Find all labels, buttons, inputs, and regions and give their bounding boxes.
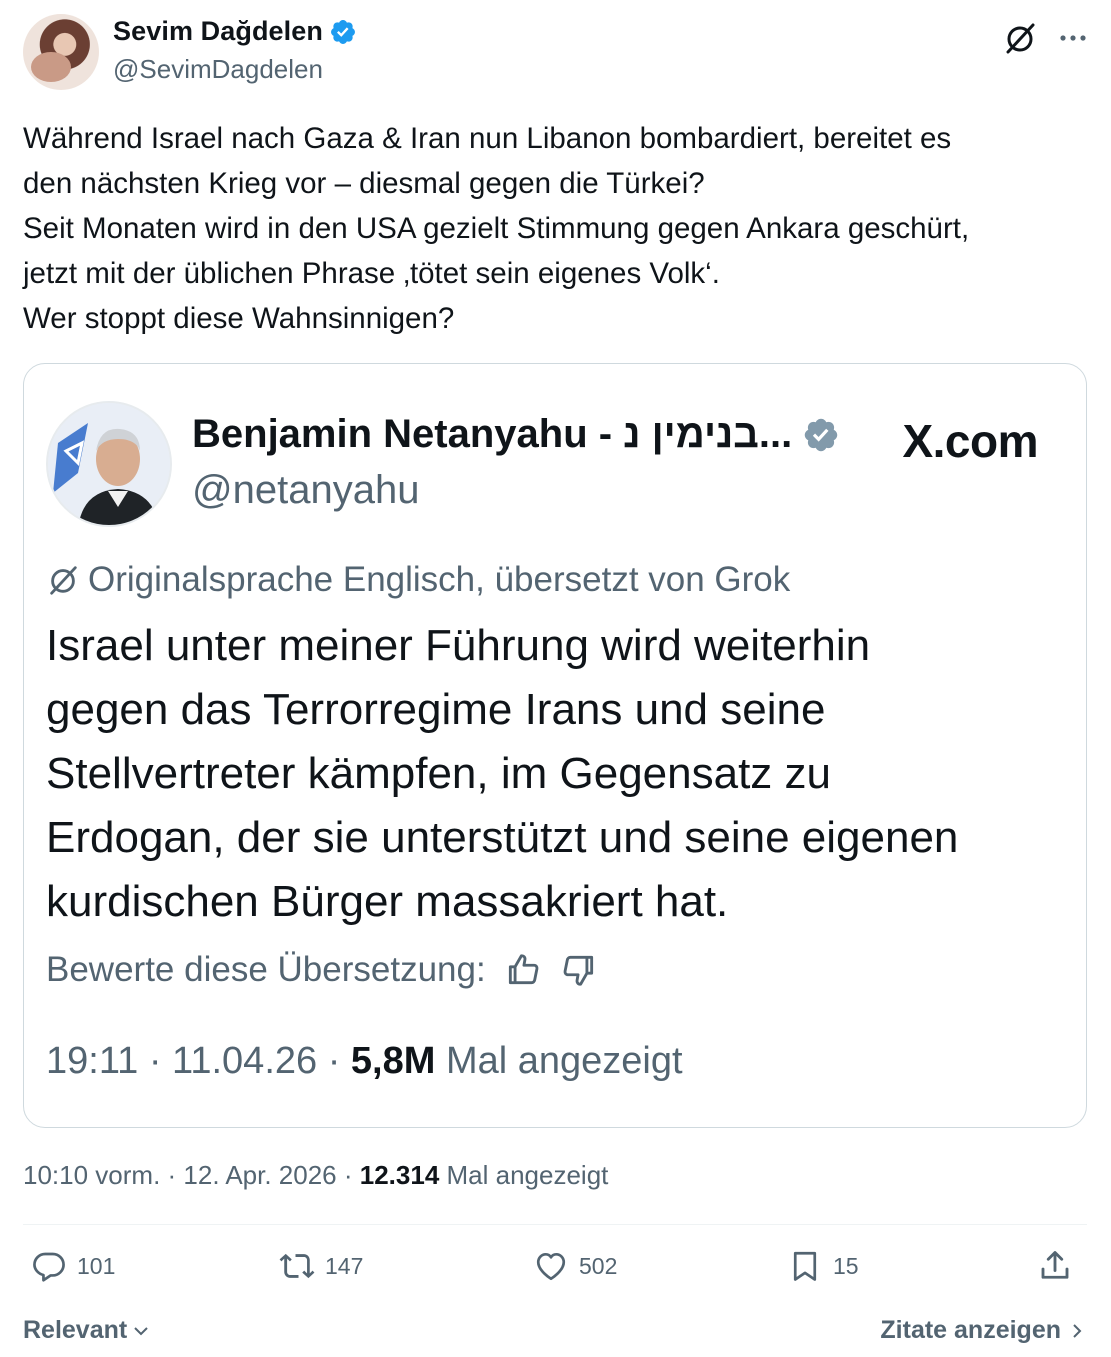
author-name-row: Sevim Dağdelen [113, 16, 357, 47]
heart-icon [536, 1252, 566, 1281]
author-display-name[interactable]: Sevim Dağdelen [113, 16, 323, 47]
rate-translation-label: Bewerte diese Übersetzung: [46, 950, 486, 989]
bookmark-button[interactable]: 15 [787, 1248, 859, 1284]
quoted-line: kurdischen Bürger massakriert hat. [46, 877, 729, 926]
quoted-views-label: Mal angezeigt [435, 1040, 683, 1082]
translation-notice: Originalsprache Englisch, übersetzt von … [46, 560, 790, 600]
bookmark-icon [793, 1251, 817, 1281]
author-handle[interactable]: @SevimDagdelen [113, 54, 357, 85]
quoted-views-count: 5,8M [350, 1040, 436, 1082]
quoted-display-name: Benjamin Netanyahu - בנימין נ... [192, 412, 793, 456]
rate-translation: Bewerte diese Übersetzung: [46, 950, 598, 990]
verified-badge-icon [804, 418, 838, 451]
like-count: 502 [579, 1252, 618, 1279]
thumbs-down-icon [563, 955, 593, 986]
replies-bar: Relevant Zitate anzeigen [23, 1310, 1087, 1350]
tweet-meta: 10:10 vorm. · 12. Apr. 2026 · 12.314 Mal… [23, 1160, 608, 1191]
reply-icon [33, 1252, 65, 1282]
thumbs-up-icon [508, 954, 539, 985]
quoted-line: Erdogan, der sie unterstützt und seine e… [46, 813, 959, 862]
chevron-right-icon [1073, 1323, 1082, 1338]
tweet-line: den nächsten Krieg vor – diesmal gegen d… [23, 167, 705, 200]
quoted-image-card[interactable]: Benjamin Netanyahu - בנימין נ... @netany… [23, 363, 1087, 1128]
sort-label: Relevant [23, 1316, 128, 1344]
quoted-author-avatar [46, 401, 172, 527]
quoted-line: Stellvertreter kämpfen, im Gegensatz zu [46, 749, 831, 798]
quoted-line: gegen das Terrorregime Irans und seine [46, 685, 826, 734]
action-bar: 101 147 502 15 [23, 1248, 1087, 1298]
repost-icon [279, 1253, 315, 1279]
more-options-icon[interactable] [1058, 26, 1088, 50]
translation-label: Originalsprache Englisch, übersetzt von … [88, 560, 791, 599]
quoted-time: 19:11 · 11.04.26 · [46, 1040, 351, 1082]
tweet-header: Sevim Dağdelen @SevimDagdelen [23, 14, 1088, 94]
xcom-logo: X.com [902, 415, 1038, 467]
views-count: 12.314 [359, 1160, 440, 1190]
reply-count: 101 [77, 1252, 116, 1279]
grok-icon [50, 566, 77, 595]
divider [23, 1224, 1087, 1225]
repost-button[interactable]: 147 [279, 1248, 363, 1284]
view-quotes-label: Zitate anzeigen [880, 1316, 1061, 1344]
tweet-timestamp[interactable]: 10:10 vorm. · 12. Apr. 2026 · [23, 1160, 360, 1190]
bookmark-count: 15 [833, 1252, 859, 1279]
share-icon [1041, 1251, 1069, 1279]
tweet-line: Wer stoppt diese Wahnsinnigen? [23, 302, 455, 335]
repost-count: 147 [325, 1252, 364, 1279]
tweet-line: Seit Monaten wird in den USA gezielt Sti… [23, 212, 970, 245]
quoted-handle: @netanyahu [192, 468, 420, 512]
quoted-meta: 19:11 · 11.04.26 · 5,8M Mal angezeigt [46, 1040, 683, 1083]
quoted-text: Israel unter meiner Führung wird weiterh… [46, 614, 1056, 934]
tweet-line: jetzt mit der üblichen Phrase ‚tötet sei… [23, 257, 720, 290]
chevron-down-icon [134, 1326, 148, 1335]
views-label: Mal angezeigt [439, 1160, 609, 1190]
quoted-name-row: Benjamin Netanyahu - בנימין נ... [192, 412, 840, 457]
tweet-line: Während Israel nach Gaza & Iran nun Liba… [23, 122, 952, 155]
reply-button[interactable]: 101 [31, 1248, 115, 1284]
author-name-block: Sevim Dağdelen @SevimDagdelen [113, 16, 357, 85]
grok-icon[interactable] [1002, 20, 1038, 56]
view-quotes-link[interactable]: Zitate anzeigen [880, 1316, 1087, 1345]
author-avatar[interactable] [23, 14, 99, 90]
quoted-line: Israel unter meiner Führung wird weiterh… [46, 621, 871, 670]
tweet-text: Während Israel nach Gaza & Iran nun Liba… [23, 116, 1088, 341]
like-button[interactable]: 502 [533, 1248, 617, 1284]
share-button[interactable] [1037, 1248, 1073, 1284]
sort-dropdown[interactable]: Relevant [23, 1316, 151, 1345]
verified-badge-icon [331, 19, 355, 44]
